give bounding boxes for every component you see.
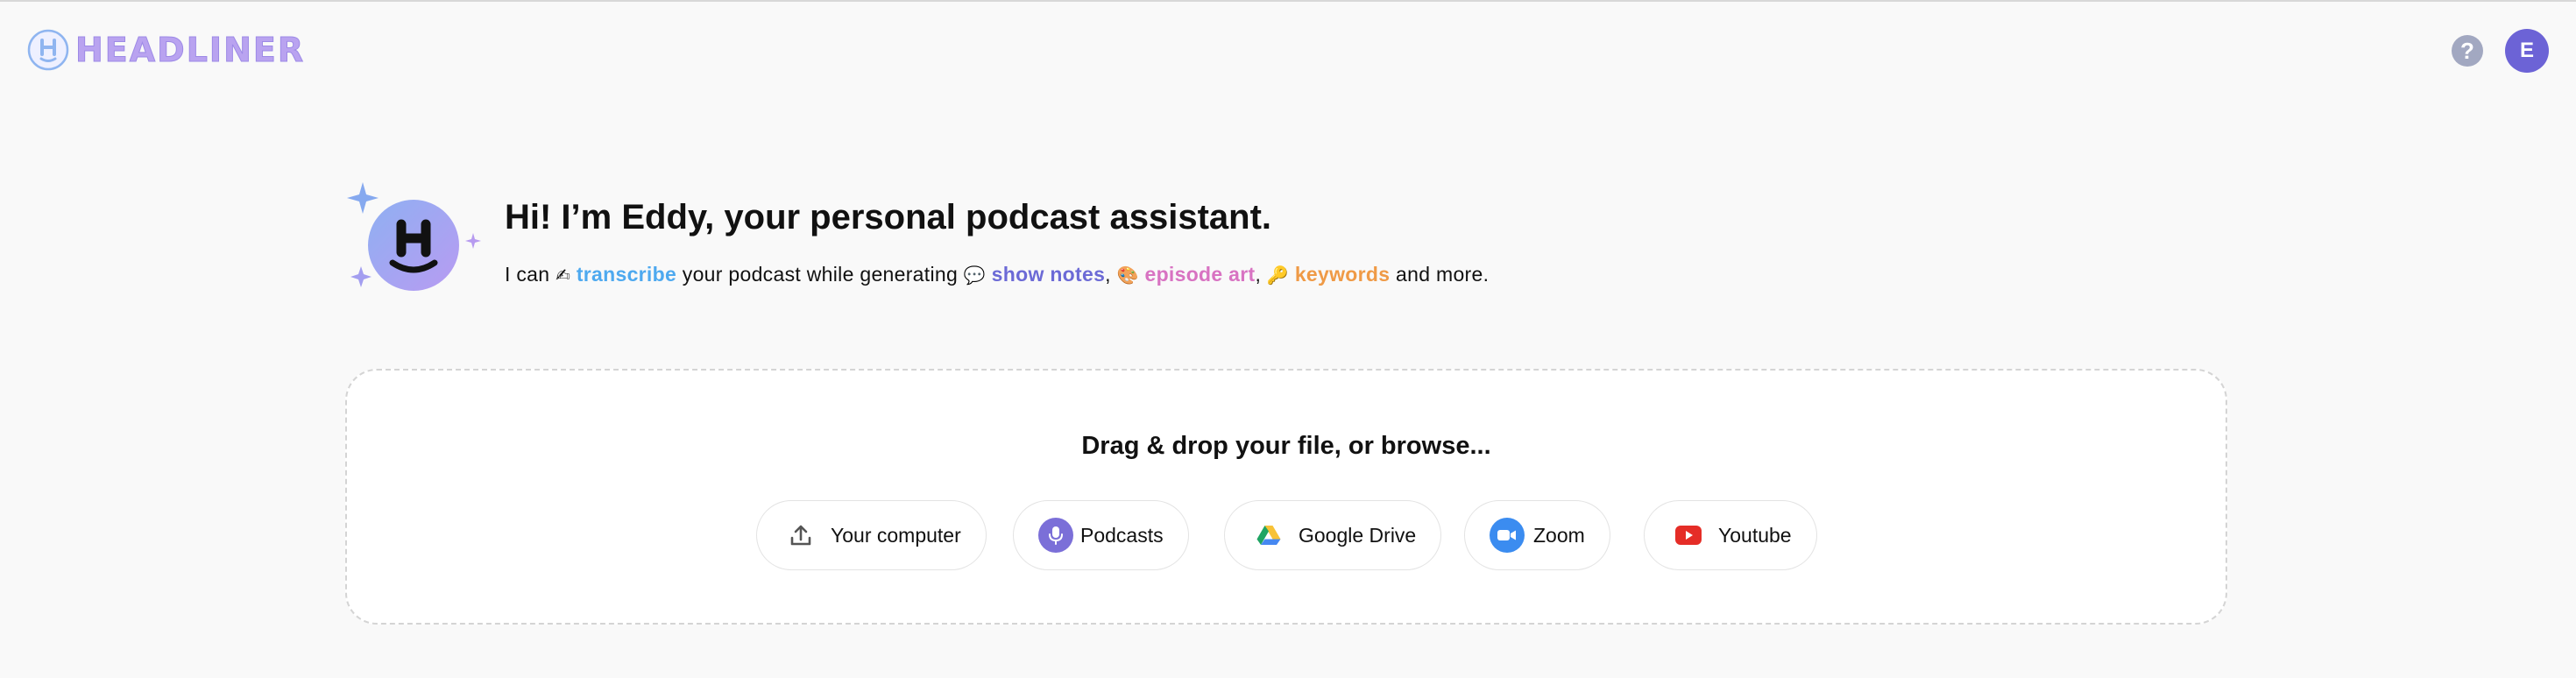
upload-icon (783, 518, 818, 553)
file-dropzone[interactable]: Drag & drop your file, or browse... Your… (345, 369, 2227, 625)
source-label: Google Drive (1299, 523, 1417, 547)
user-avatar-button[interactable]: E (2505, 29, 2549, 73)
logo-text: HEADLINER (74, 31, 306, 70)
show-notes-highlight: show notes (991, 263, 1106, 286)
microphone-icon (1038, 518, 1073, 553)
keywords-highlight: keywords (1294, 263, 1391, 286)
help-icon: ? (2460, 37, 2474, 64)
hero-title: Hi! I’m Eddy, your personal podcast assi… (505, 198, 1272, 237)
headliner-logo[interactable]: HEADLINER (26, 26, 305, 74)
sub-middle: your podcast while generating (682, 263, 959, 286)
hero-subtitle: I can ✍ transcribe your podcast while ge… (505, 263, 1489, 286)
sub-prefix: I can (505, 263, 550, 286)
google-drive-button[interactable]: Google Drive (1224, 500, 1442, 570)
youtube-icon (1671, 518, 1706, 553)
palette-icon: 🎨 (1116, 265, 1139, 286)
google-drive-icon (1251, 518, 1286, 553)
avatar-initial: E (2519, 39, 2534, 62)
source-label: Podcasts (1080, 523, 1164, 547)
eddy-mascot-icon (347, 182, 481, 291)
source-label: Zoom (1533, 523, 1585, 547)
writing-hand-icon: ✍ (556, 265, 571, 286)
youtube-button[interactable]: Youtube (1644, 500, 1817, 570)
source-label: Your computer (831, 523, 961, 547)
dropzone-title: Drag & drop your file, or browse... (1081, 432, 1491, 460)
zoom-icon (1490, 518, 1525, 553)
source-label: Youtube (1718, 523, 1792, 547)
episode-art-highlight: episode art (1144, 263, 1256, 286)
speech-bubble-icon: 💬 (963, 265, 986, 286)
top-border (0, 0, 2576, 2)
podcasts-button[interactable]: Podcasts (1013, 500, 1189, 570)
logo-mark-icon (27, 29, 69, 71)
comma: , (1105, 263, 1111, 286)
sub-suffix: and more. (1396, 263, 1490, 286)
help-button[interactable]: ? (2452, 35, 2483, 67)
comma: , (1255, 263, 1262, 286)
zoom-button[interactable]: Zoom (1464, 500, 1610, 570)
your-computer-button[interactable]: Your computer (756, 500, 987, 570)
transcribe-highlight: transcribe (576, 263, 677, 286)
key-icon: 🔑 (1266, 265, 1290, 286)
